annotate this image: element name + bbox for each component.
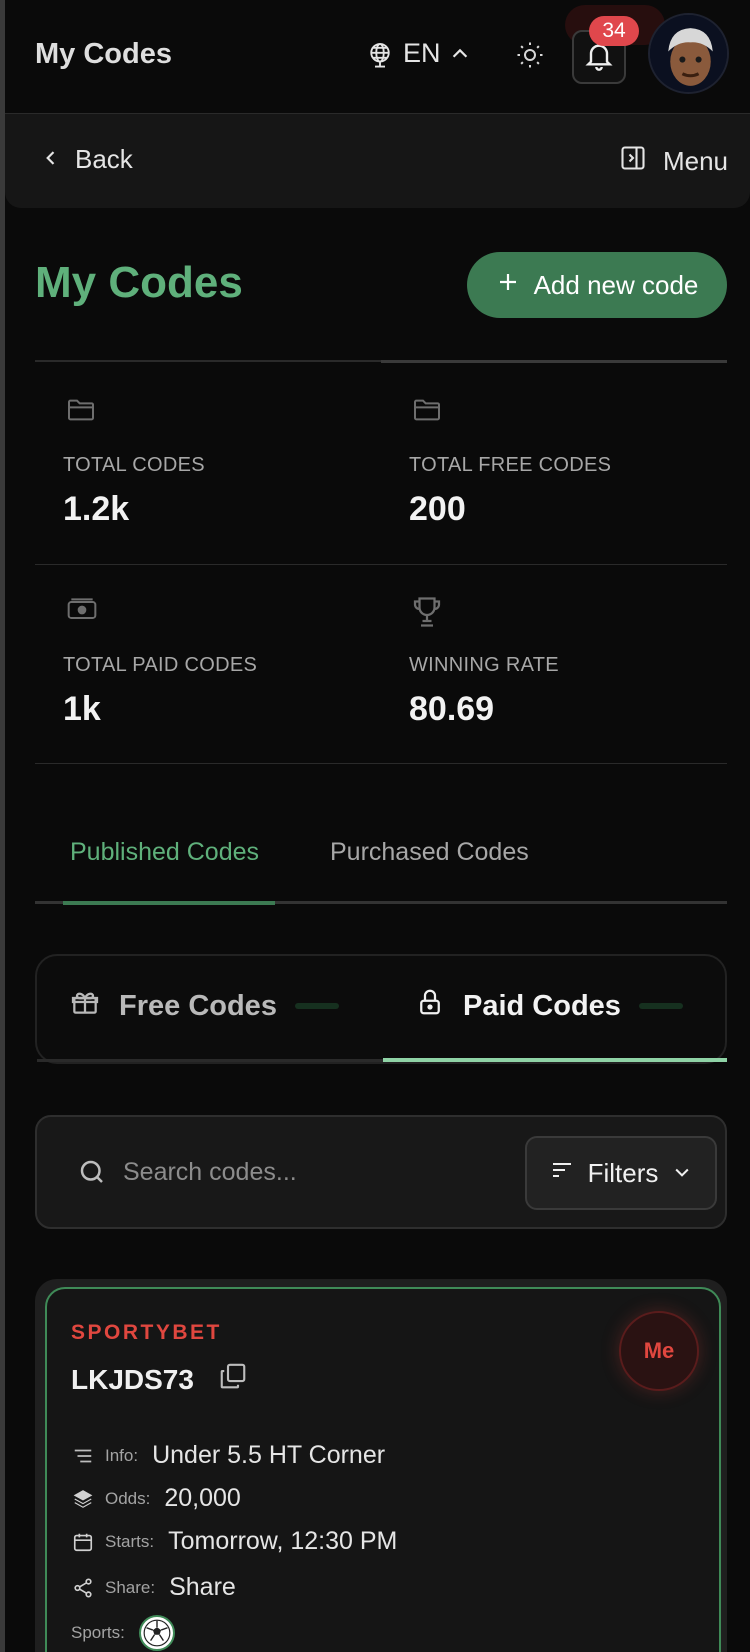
back-label: Back: [75, 144, 133, 174]
language-selector[interactable]: EN: [365, 38, 471, 69]
share-row: Share: Share: [71, 1573, 236, 1602]
page: My Codes EN 34 Back Menu My Codes Add ne…: [5, 0, 750, 1652]
stat-value: 200: [409, 490, 466, 528]
share-link[interactable]: Share: [169, 1573, 236, 1602]
stat-total-codes: TOTAL CODES 1.2k: [35, 362, 381, 560]
user-avatar[interactable]: [648, 13, 729, 94]
search-input[interactable]: [123, 1147, 423, 1197]
folder-icon: [63, 394, 99, 431]
stats-grid: TOTAL CODES 1.2k TOTAL FREE CODES 200 TO…: [35, 360, 727, 764]
filter-lines-icon: [550, 1158, 574, 1189]
odds-row: Odds: 20,000: [71, 1484, 241, 1513]
chevron-down-icon: [672, 1158, 692, 1189]
booking-code-value: LKJDS73: [71, 1363, 194, 1395]
add-new-code-button[interactable]: Add new code: [467, 252, 727, 318]
stat-label: TOTAL PAID CODES: [63, 654, 258, 676]
starts-row: Starts: Tomorrow, 12:30 PM: [71, 1527, 397, 1556]
booking-code: LKJDS73: [71, 1361, 248, 1398]
stat-value: 80.69: [409, 690, 495, 728]
filters-button[interactable]: Filters: [525, 1136, 717, 1210]
tab-published-codes[interactable]: Published Codes: [70, 838, 259, 867]
menu-label: Menu: [662, 146, 728, 176]
code-type-segment: Free Codes Paid Codes: [35, 954, 727, 1064]
sports-label: Sports:: [71, 1623, 125, 1642]
folder-icon: [409, 394, 445, 431]
globe-icon: [365, 39, 395, 69]
info-value: Under 5.5 HT Corner: [152, 1441, 386, 1469]
segment-free-label: Free Codes: [119, 989, 277, 1022]
copy-icon[interactable]: [218, 1361, 248, 1398]
chevron-left-icon: [41, 144, 61, 175]
segment-paid-codes[interactable]: Paid Codes: [415, 986, 683, 1026]
active-segment-indicator: [383, 1058, 727, 1062]
info-row: Info: Under 5.5 HT Corner: [71, 1441, 385, 1470]
code-card[interactable]: SPORTYBET LKJDS73 Me Info: Under 5.5 HT …: [45, 1287, 721, 1652]
odds-value: 20,000: [164, 1484, 241, 1512]
list-lines-icon: [71, 1445, 95, 1467]
search-bar: Filters: [35, 1115, 727, 1229]
stat-label: WINNING RATE: [409, 654, 559, 676]
search-icon: [77, 1157, 107, 1192]
paid-count-pill: [638, 1003, 683, 1009]
top-bar: My Codes EN 34: [5, 0, 750, 114]
stat-value: 1k: [63, 690, 101, 728]
lock-icon: [415, 986, 445, 1026]
info-label: Info:: [105, 1445, 139, 1465]
tab-purchased-codes[interactable]: Purchased Codes: [330, 838, 529, 867]
stat-total-paid-codes: TOTAL PAID CODES 1k: [35, 562, 381, 760]
stat-total-free-codes: TOTAL FREE CODES 200: [381, 362, 727, 560]
stat-winning-rate: WINNING RATE 80.69: [381, 562, 727, 760]
odds-label: Odds:: [105, 1488, 151, 1508]
owner-badge: Me: [619, 1311, 699, 1391]
stat-value: 1.2k: [63, 490, 130, 528]
sports-row: Sports:: [71, 1615, 175, 1651]
calendar-icon: [71, 1531, 95, 1553]
starts-label: Starts:: [105, 1531, 155, 1551]
trophy-icon: [409, 594, 445, 635]
language-code: EN: [403, 38, 441, 68]
active-tab-indicator: [63, 901, 275, 905]
segment-paid-label: Paid Codes: [463, 989, 621, 1022]
notification-count-badge: 34: [589, 16, 639, 46]
page-title: My Codes: [35, 258, 243, 307]
bookmaker-name: SPORTYBET: [71, 1321, 222, 1344]
segment-free-codes[interactable]: Free Codes: [69, 986, 339, 1026]
gift-icon: [69, 986, 101, 1026]
menu-button[interactable]: Menu: [619, 144, 728, 179]
back-button[interactable]: Back: [41, 144, 133, 175]
layers-icon: [71, 1488, 95, 1510]
soccer-ball-icon: [138, 1615, 175, 1651]
codes-tabs: Published Codes Purchased Codes: [35, 804, 727, 905]
divider: [37, 1059, 383, 1062]
banknote-icon: [63, 594, 101, 631]
plus-icon: [496, 270, 520, 301]
divider: [35, 763, 727, 764]
add-new-code-label: Add new code: [533, 269, 699, 300]
header-title: My Codes: [35, 38, 172, 70]
share-label: Share:: [105, 1577, 156, 1597]
sidebar-panel-icon: [619, 144, 647, 179]
chevron-up-icon: [449, 43, 471, 65]
theme-toggle-sun-icon[interactable]: [515, 40, 545, 75]
sub-nav-bar: Back Menu: [5, 114, 750, 208]
starts-value: Tomorrow, 12:30 PM: [168, 1527, 398, 1555]
filters-label: Filters: [587, 1157, 659, 1188]
share-icon: [71, 1577, 95, 1599]
stat-label: TOTAL FREE CODES: [409, 454, 612, 476]
stat-label: TOTAL CODES: [63, 454, 205, 476]
free-count-pill: [294, 1003, 339, 1009]
